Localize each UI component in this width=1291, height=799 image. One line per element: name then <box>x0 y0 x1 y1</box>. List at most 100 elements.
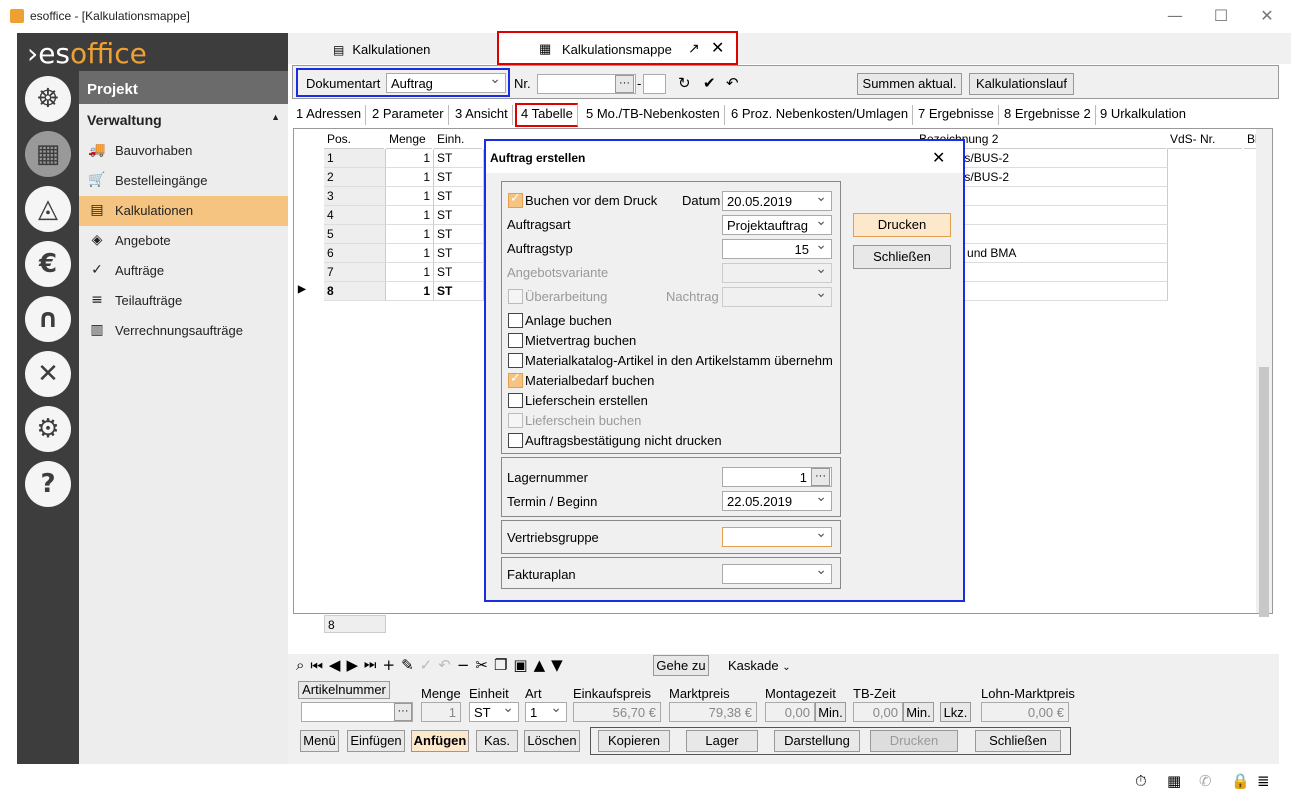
popout-icon[interactable]: ↗ <box>688 40 700 57</box>
tab-parameter[interactable]: 2 Parameter <box>368 105 449 125</box>
marktpreis-input[interactable]: 79,38 € <box>669 702 757 722</box>
close-tab-icon[interactable]: ✕ <box>711 38 724 58</box>
pos-cell[interactable]: 5 <box>324 225 386 244</box>
post-record-icon[interactable]: ✓ <box>420 656 439 674</box>
tab-ergebnisse[interactable]: 7 Ergebnisse <box>914 105 999 125</box>
first-record-icon[interactable]: ⏮ <box>310 656 329 674</box>
column-header[interactable]: Einh. <box>434 129 482 149</box>
column-header[interactable]: Pos. <box>324 129 384 149</box>
section-verwaltung[interactable]: Verwaltung ▲ <box>79 106 288 134</box>
auftragsart-select[interactable]: Projektauftrag <box>722 213 832 235</box>
gehe-zu-button[interactable]: Gehe zu <box>653 655 709 676</box>
menge-cell[interactable]: 1 <box>386 168 434 187</box>
tab-tabelle[interactable]: 4 Tabelle <box>515 103 578 127</box>
materialkatalog-checkbox[interactable] <box>508 353 523 368</box>
doctype-select[interactable]: Auftrag <box>386 71 506 93</box>
menge-cell[interactable]: 1 <box>386 225 434 244</box>
undo-icon[interactable]: ↶ <box>726 74 739 92</box>
tab-nebenkosten[interactable]: 5 Mo./TB-Nebenkosten <box>582 105 725 125</box>
lkz-button[interactable]: Lkz. <box>940 702 971 722</box>
tab-umlagen[interactable]: 6 Proz. Nebenkosten/Umlagen <box>727 105 914 125</box>
move-up-icon[interactable]: ▲ <box>534 656 552 674</box>
menge-cell[interactable]: 1 <box>386 282 434 301</box>
summen-aktual-button[interactable]: Summen aktual. <box>857 73 962 95</box>
tab-kalkulationen[interactable]: ▤ Kalkulationen <box>333 42 430 57</box>
menge-cell[interactable]: 1 <box>386 206 434 225</box>
pos-cell[interactable]: 2 <box>324 168 386 187</box>
einh-cell[interactable]: ST <box>434 206 484 225</box>
einh-cell[interactable]: ST <box>434 168 484 187</box>
tab-kalkulationsmappe[interactable]: ▦ Kalkulationsmappe ↗ ✕ <box>497 31 738 65</box>
timer-icon[interactable]: ⏱ <box>1135 772 1147 790</box>
alarm-icon[interactable]: ◬ <box>25 186 71 232</box>
confirm-icon[interactable]: ✔ <box>703 74 716 92</box>
einh-cell[interactable]: ST <box>434 282 484 301</box>
lieferschein-buchen-checkbox[interactable] <box>508 413 523 428</box>
delete-record-icon[interactable]: − <box>457 656 476 674</box>
montagezeit-input[interactable]: 0,00 <box>765 702 815 722</box>
add-record-icon[interactable]: + <box>383 656 402 674</box>
drucken-disabled-button[interactable]: Drucken <box>870 730 958 752</box>
tools-icon[interactable]: ✕ <box>25 351 71 397</box>
schliessen-bottom-button[interactable]: Schließen <box>975 730 1061 752</box>
einh-cell[interactable]: ST <box>434 187 484 206</box>
menge-cell[interactable]: 1 <box>386 149 434 168</box>
materialbedarf-checkbox[interactable] <box>508 371 523 388</box>
menge-input[interactable]: 1 <box>421 702 461 722</box>
pos-cell[interactable]: 8 <box>324 282 386 301</box>
refresh-icon[interactable]: ↻ <box>678 74 691 92</box>
tab-adressen[interactable]: 1 Adressen <box>292 105 367 125</box>
project-icon[interactable]: ▦ <box>25 131 71 177</box>
database-icon[interactable]: ≣ <box>1257 772 1270 790</box>
einh-cell[interactable]: ST <box>434 149 484 168</box>
datum-picker[interactable]: 20.05.2019 <box>722 189 832 211</box>
tab-ansicht[interactable]: 3 Ansicht <box>451 105 513 125</box>
sidebar-item-kalkulationen[interactable]: ▤ Kalkulationen <box>79 196 288 226</box>
kalkulationslauf-button[interactable]: Kalkulationslauf <box>969 73 1074 95</box>
termin-picker[interactable]: 22.05.2019 <box>722 489 832 511</box>
sidebar-item-bestelleingaenge[interactable]: 🛒 Bestelleingänge <box>79 166 288 196</box>
prev-record-icon[interactable]: ◀ <box>329 656 347 674</box>
cancel-record-icon[interactable]: ↶ <box>438 656 457 674</box>
calendar-icon[interactable]: ▦ <box>1167 772 1181 790</box>
kaskade-insert-button[interactable]: Kas. <box>476 730 518 752</box>
tab-ergebnisse-2[interactable]: 8 Ergebnisse 2 <box>1000 105 1096 125</box>
minimize-button[interactable]: — <box>1155 4 1195 28</box>
einkaufspreis-input[interactable]: 56,70 € <box>573 702 661 722</box>
maximize-button[interactable]: ☐ <box>1201 4 1241 28</box>
wheel-icon[interactable]: ☸ <box>25 76 71 122</box>
fakturaplan-select[interactable] <box>722 562 832 584</box>
phone-icon[interactable]: ✆ <box>1199 772 1212 790</box>
vertical-scrollbar[interactable] <box>1256 129 1272 617</box>
loeschen-button[interactable]: Löschen <box>524 730 580 752</box>
menge-cell[interactable]: 1 <box>386 244 434 263</box>
schliessen-button[interactable]: Schließen <box>853 245 951 269</box>
lager-button[interactable]: Lager <box>686 730 758 752</box>
einh-cell[interactable]: ST <box>434 225 484 244</box>
lohn-marktpreis-input[interactable]: 0,00 € <box>981 702 1069 722</box>
menge-cell[interactable]: 1 <box>386 187 434 206</box>
headset-icon[interactable]: ∩ <box>25 296 71 342</box>
pos-cell[interactable]: 6 <box>324 244 386 263</box>
pos-cell[interactable]: 3 <box>324 187 386 206</box>
kopieren-button[interactable]: Kopieren <box>598 730 670 752</box>
euro-icon[interactable]: € <box>25 241 71 287</box>
last-record-icon[interactable]: ⏭ <box>364 656 383 674</box>
paste-icon[interactable]: ▣ <box>513 656 533 674</box>
scrollbar-thumb[interactable] <box>1259 367 1269 617</box>
montagezeit-unit-button[interactable]: Min. <box>815 702 846 722</box>
einh-cell[interactable]: ST <box>434 263 484 282</box>
sidebar-item-angebote[interactable]: ◈ Angebote <box>79 226 288 256</box>
mietvertrag-checkbox[interactable] <box>508 333 523 348</box>
pos-cell[interactable]: 1 <box>324 149 386 168</box>
angebotsvariante-select[interactable] <box>722 261 832 283</box>
tbzeit-unit-button[interactable]: Min. <box>903 702 934 722</box>
search-icon[interactable]: ⌕ <box>296 656 310 674</box>
edit-record-icon[interactable]: ✎ <box>401 656 420 674</box>
close-window-button[interactable]: ✕ <box>1247 4 1287 28</box>
menu-button[interactable]: Menü <box>300 730 339 752</box>
artikel-lookup-button[interactable]: ··· <box>394 703 412 721</box>
next-record-icon[interactable]: ▶ <box>346 656 364 674</box>
lieferschein-erstellen-checkbox[interactable] <box>508 393 523 408</box>
collapse-icon[interactable]: ▲ <box>271 112 280 122</box>
